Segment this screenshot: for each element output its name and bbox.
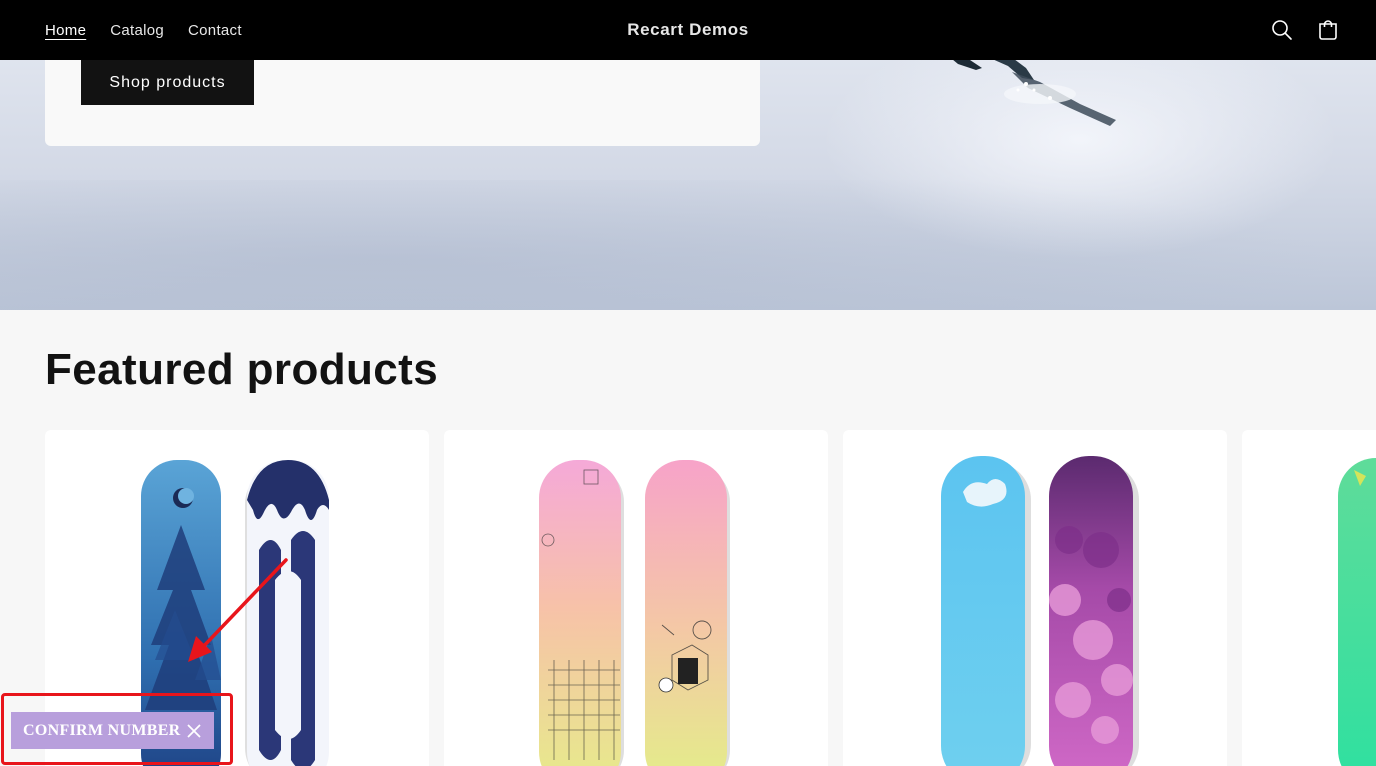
nav-contact-link[interactable]: Contact <box>188 22 242 39</box>
product-image-green-snowboard[interactable] <box>1242 430 1376 766</box>
product-card[interactable] <box>1242 430 1376 766</box>
nav-home-link[interactable]: Home <box>45 22 86 39</box>
product-card[interactable] <box>444 430 828 766</box>
product-image-cyan-purple-snowboards[interactable] <box>843 430 1227 766</box>
snowboarder-image <box>953 60 1116 126</box>
search-icon[interactable] <box>1270 18 1294 42</box>
nav-catalog-link[interactable]: Catalog <box>110 22 164 39</box>
brand-logo-text[interactable]: Recart Demos <box>627 20 749 40</box>
page: Home Catalog Contact Recart Demos Shop p… <box>0 0 1376 766</box>
product-image-pastel-snowboards[interactable] <box>444 430 828 766</box>
hero-content-card: Shop products <box>45 60 760 146</box>
confirm-number-popup[interactable]: CONFIRM NUMBER <box>11 712 214 749</box>
featured-products-heading: Featured products <box>45 345 439 394</box>
confirm-number-label[interactable]: CONFIRM NUMBER <box>23 722 181 740</box>
hero-banner: Shop products <box>0 60 1376 310</box>
header-icons <box>1270 0 1340 60</box>
hero-snow-shade <box>0 180 1376 310</box>
cart-icon[interactable] <box>1316 18 1340 42</box>
close-icon[interactable] <box>186 723 202 739</box>
shop-products-button[interactable]: Shop products <box>81 60 254 105</box>
product-card[interactable] <box>843 430 1227 766</box>
main-nav: Home Catalog Contact <box>45 0 242 60</box>
site-header: Home Catalog Contact Recart Demos <box>0 0 1376 60</box>
